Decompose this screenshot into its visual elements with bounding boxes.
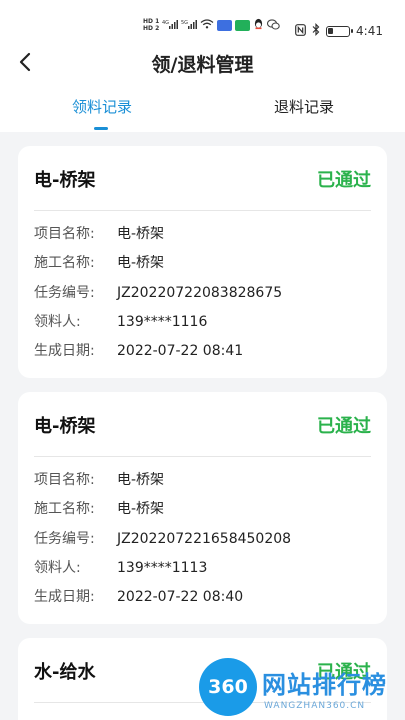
active-tab-indicator bbox=[94, 127, 108, 130]
field-value: 电-桥架 bbox=[117, 255, 165, 271]
svg-text:4G: 4G bbox=[162, 20, 169, 26]
field-value: 2022-07-22 08:40 bbox=[117, 589, 244, 605]
field-value: 电-桥架 bbox=[117, 226, 165, 242]
shield-app-icon bbox=[235, 19, 251, 31]
battery-icon bbox=[326, 25, 354, 37]
field-label: 任务编号: bbox=[34, 531, 95, 547]
signal-5g-icon: 5G bbox=[181, 19, 198, 31]
clock: 4:41 bbox=[356, 24, 383, 38]
nav-bar: 领/退料管理 bbox=[0, 44, 405, 84]
field-project: 项目名称: 电-桥架 bbox=[34, 224, 371, 244]
field-receiver: 领料人: 139****1116 bbox=[34, 312, 371, 332]
watermark-url: WANGZHAN360.CN bbox=[264, 701, 366, 711]
field-label: 施工名称: bbox=[34, 255, 95, 271]
field-construction: 施工名称: 电-桥架 bbox=[34, 253, 371, 273]
tab-return-records[interactable]: 退料记录 bbox=[229, 96, 379, 117]
wechat-icon bbox=[267, 18, 281, 32]
watermark: 360 网站排行榜 WANGZHAN360.CN bbox=[199, 656, 405, 720]
field-receiver: 领料人: 139****1113 bbox=[34, 558, 371, 578]
field-label: 项目名称: bbox=[34, 472, 95, 488]
field-task-no: 任务编号: JZ20220722165845020​8 bbox=[34, 529, 371, 549]
record-title: 电-桥架 bbox=[34, 170, 96, 191]
watermark-logo: 360 bbox=[199, 658, 257, 716]
wifi-icon bbox=[200, 19, 214, 31]
field-construction: 施工名称: 电-桥架 bbox=[34, 499, 371, 519]
status-icons-left: HD 1 HD 2 4G 5G bbox=[143, 18, 281, 32]
field-value: 2022-07-22 08:41 bbox=[117, 343, 244, 359]
field-label: 项目名称: bbox=[34, 226, 95, 242]
field-label: 生成日期: bbox=[34, 343, 95, 359]
divider bbox=[34, 456, 371, 457]
field-value: 139****1113 bbox=[117, 560, 208, 576]
record-card[interactable]: 电-桥架 已通过 项目名称: 电-桥架 施工名称: 电-桥架 任务编号: JZ2… bbox=[18, 392, 387, 624]
field-label: 领料人: bbox=[34, 314, 81, 330]
field-project: 项目名称: 电-桥架 bbox=[34, 470, 371, 490]
field-task-no: 任务编号: JZ20220722083828675 bbox=[34, 283, 371, 303]
nfc-icon bbox=[295, 23, 306, 39]
record-title: 水-给水 bbox=[34, 662, 96, 683]
status-icons-right: 4:41 bbox=[295, 23, 383, 39]
field-label: 生成日期: bbox=[34, 589, 95, 605]
signal-4g-icon: 4G bbox=[162, 19, 179, 31]
page-title: 领/退料管理 bbox=[151, 54, 254, 76]
field-label: 施工名称: bbox=[34, 501, 95, 517]
top-area: HD 1 HD 2 4G 5G 4:41 领/退料管理 领料记录 退料记录 bbox=[0, 0, 405, 132]
field-value: 电-桥架 bbox=[117, 501, 165, 517]
field-label: 任务编号: bbox=[34, 285, 95, 301]
tab-receive-records[interactable]: 领料记录 bbox=[27, 96, 177, 117]
record-card[interactable]: 电-桥架 已通过 项目名称: 电-桥架 施工名称: 电-桥架 任务编号: JZ2… bbox=[18, 146, 387, 378]
field-value: JZ20220722165845020​8 bbox=[117, 531, 292, 547]
field-created-date: 生成日期: 2022-07-22 08:40 bbox=[34, 587, 371, 607]
status-badge: 已通过 bbox=[317, 170, 371, 191]
app-notification-icon bbox=[217, 19, 233, 31]
bluetooth-icon bbox=[312, 23, 320, 39]
divider bbox=[34, 210, 371, 211]
hd-indicator: HD 1 HD 2 bbox=[143, 18, 160, 32]
record-title: 电-桥架 bbox=[34, 416, 96, 437]
status-bar: HD 1 HD 2 4G 5G 4:41 bbox=[0, 0, 405, 44]
field-value: 139****1116 bbox=[117, 314, 208, 330]
qq-icon bbox=[253, 18, 264, 32]
field-value: JZ20220722083828675 bbox=[117, 285, 283, 301]
status-badge: 已通过 bbox=[317, 416, 371, 437]
field-label: 领料人: bbox=[34, 560, 81, 576]
tab-bar: 领料记录 退料记录 bbox=[0, 96, 405, 132]
field-value: 电-桥架 bbox=[117, 472, 165, 488]
watermark-text: 网站排行榜 bbox=[262, 671, 387, 699]
field-created-date: 生成日期: 2022-07-22 08:41 bbox=[34, 341, 371, 361]
svg-text:5G: 5G bbox=[181, 20, 188, 26]
